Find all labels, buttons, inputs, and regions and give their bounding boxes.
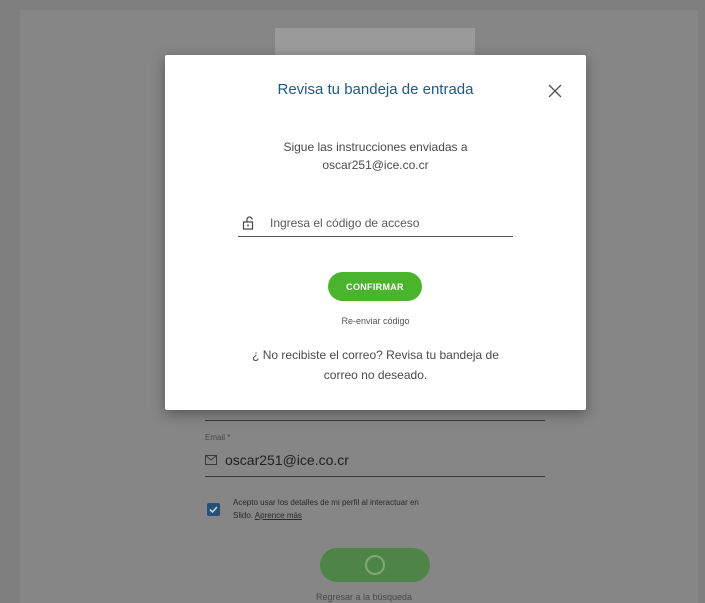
resend-code-link[interactable]: Re-enviar código — [165, 316, 586, 326]
access-code-field — [238, 210, 513, 237]
instructions-email: oscar251@ice.co.cr — [322, 158, 429, 172]
spam-note-line-1: ¿ No recibiste el correo? Revisa tu band… — [252, 348, 499, 362]
confirm-button[interactable]: CONFIRMAR — [328, 272, 422, 301]
back-to-search-link[interactable]: Regresar a la búsqueda — [316, 592, 412, 602]
close-button[interactable] — [548, 84, 562, 98]
spam-folder-note: ¿ No recibiste el correo? Revisa tu band… — [165, 345, 586, 385]
instructions-text: Sigue las instrucciones enviadas a oscar… — [165, 138, 586, 174]
consent-text: Acepto usar los detalles de mi perfil al… — [233, 496, 419, 522]
dialog-title: Revisa tu bandeja de entrada — [277, 81, 474, 98]
consent-line-2: Slido. Aprence más — [233, 509, 419, 522]
email-underline — [205, 476, 545, 477]
check-icon — [207, 503, 220, 516]
close-icon — [548, 84, 562, 98]
email-value: oscar251@ice.co.cr — [225, 452, 349, 468]
email-field[interactable]: oscar251@ice.co.cr — [205, 452, 349, 468]
loading-spinner-icon — [365, 555, 385, 575]
consent-line-2-text: Slido. — [233, 511, 254, 520]
instructions-line-1: Sigue las instrucciones enviadas a — [283, 140, 468, 154]
background-field-underline — [205, 420, 545, 421]
mail-icon — [205, 455, 217, 465]
consent-checkbox[interactable] — [207, 503, 220, 516]
lock-icon — [242, 216, 256, 230]
learn-more-link[interactable]: Aprence más — [255, 511, 302, 520]
spam-note-line-2: correo no deseado. — [323, 368, 428, 382]
consent-line-1: Acepto usar los detalles de mi perfil al… — [233, 498, 419, 507]
verify-email-dialog: Revisa tu bandeja de entrada Sigue las i… — [165, 55, 586, 410]
access-code-input[interactable] — [268, 215, 502, 231]
email-label: Email * — [205, 433, 231, 442]
submit-button[interactable] — [320, 548, 430, 582]
